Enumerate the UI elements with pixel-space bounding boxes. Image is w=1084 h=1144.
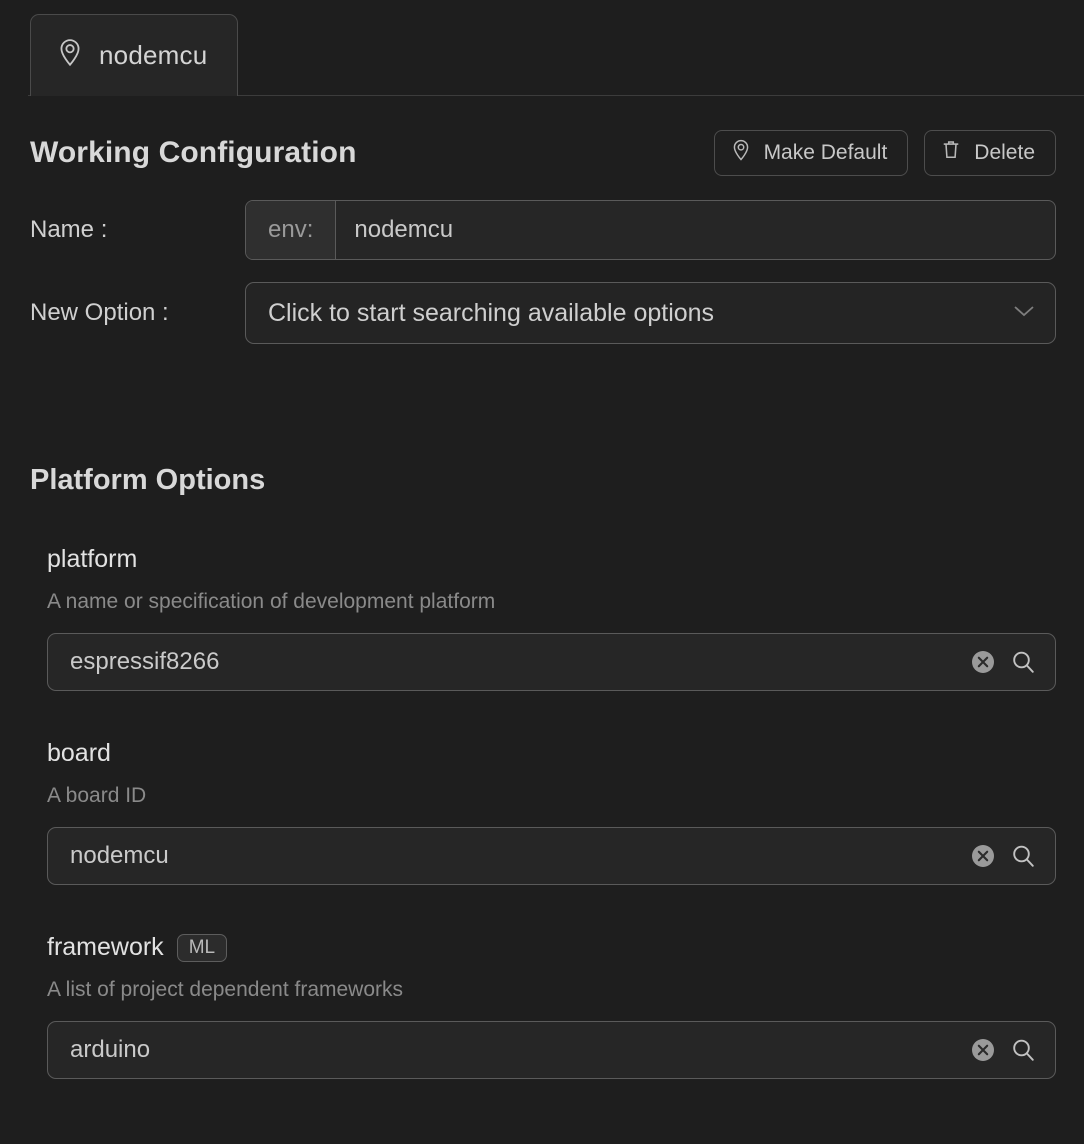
new-option-label: New Option : xyxy=(30,299,169,326)
option-description: A list of project dependent frameworks xyxy=(47,978,404,1001)
make-default-label: Make Default xyxy=(763,141,888,164)
option-input-icons xyxy=(970,843,1037,870)
option-value-input[interactable] xyxy=(70,648,970,676)
option-value-input[interactable] xyxy=(70,842,970,870)
clear-circle-icon[interactable] xyxy=(970,1037,996,1063)
chevron-down-icon xyxy=(1011,303,1037,324)
option-head: platform xyxy=(47,545,1056,574)
option-head: board xyxy=(47,739,1056,768)
name-row: Name : env: xyxy=(30,200,1056,260)
option-value-input[interactable] xyxy=(70,1036,970,1064)
option-input-icons xyxy=(970,1037,1037,1064)
platform-options-title: Platform Options xyxy=(30,464,266,496)
new-option-value: Click to start searching available optio… xyxy=(268,298,715,327)
name-label: Name : xyxy=(30,216,108,243)
env-prefix-addon: env: xyxy=(246,201,337,259)
option-block-platform: platform A name or specification of deve… xyxy=(47,545,1056,691)
option-input-framework xyxy=(47,1021,1056,1079)
option-block-board: board A board ID xyxy=(47,739,1056,885)
tab-label: nodemcu xyxy=(99,40,208,70)
new-option-select[interactable]: Click to start searching available optio… xyxy=(245,282,1056,344)
option-name: platform xyxy=(47,545,138,573)
delete-button[interactable]: Delete xyxy=(924,130,1056,176)
map-pin-icon xyxy=(731,139,751,168)
clear-circle-icon[interactable] xyxy=(970,843,996,869)
option-input-board xyxy=(47,827,1056,885)
option-head: framework ML xyxy=(47,933,1056,962)
config-content: Working Configuration Make Default Delet… xyxy=(0,130,1084,1079)
page-title: Working Configuration xyxy=(30,136,357,169)
tab-nodemcu[interactable]: nodemcu xyxy=(30,14,239,96)
header-actions: Make Default Delete xyxy=(713,130,1056,176)
delete-label: Delete xyxy=(974,141,1035,164)
option-block-framework: framework ML A list of project dependent… xyxy=(47,933,1056,1079)
search-icon[interactable] xyxy=(1010,649,1037,676)
new-option-row: New Option : Click to start searching av… xyxy=(30,282,1056,344)
search-icon[interactable] xyxy=(1010,1037,1037,1064)
make-default-button[interactable]: Make Default xyxy=(713,130,909,176)
clear-circle-icon[interactable] xyxy=(970,649,996,675)
search-icon[interactable] xyxy=(1010,843,1037,870)
name-input-group: env: xyxy=(245,200,1056,260)
option-input-platform xyxy=(47,633,1056,691)
option-description: A board ID xyxy=(47,784,147,807)
map-pin-icon xyxy=(57,38,83,73)
name-input[interactable] xyxy=(336,201,1055,259)
option-name: framework xyxy=(47,933,164,961)
option-input-icons xyxy=(970,649,1037,676)
header-row: Working Configuration Make Default Delet… xyxy=(30,130,1056,176)
trash-icon xyxy=(941,139,961,167)
multi-line-badge: ML xyxy=(176,933,228,962)
tab-bar: nodemcu xyxy=(0,0,1084,96)
option-description: A name or specification of development p… xyxy=(47,590,496,613)
option-name: board xyxy=(47,739,111,767)
